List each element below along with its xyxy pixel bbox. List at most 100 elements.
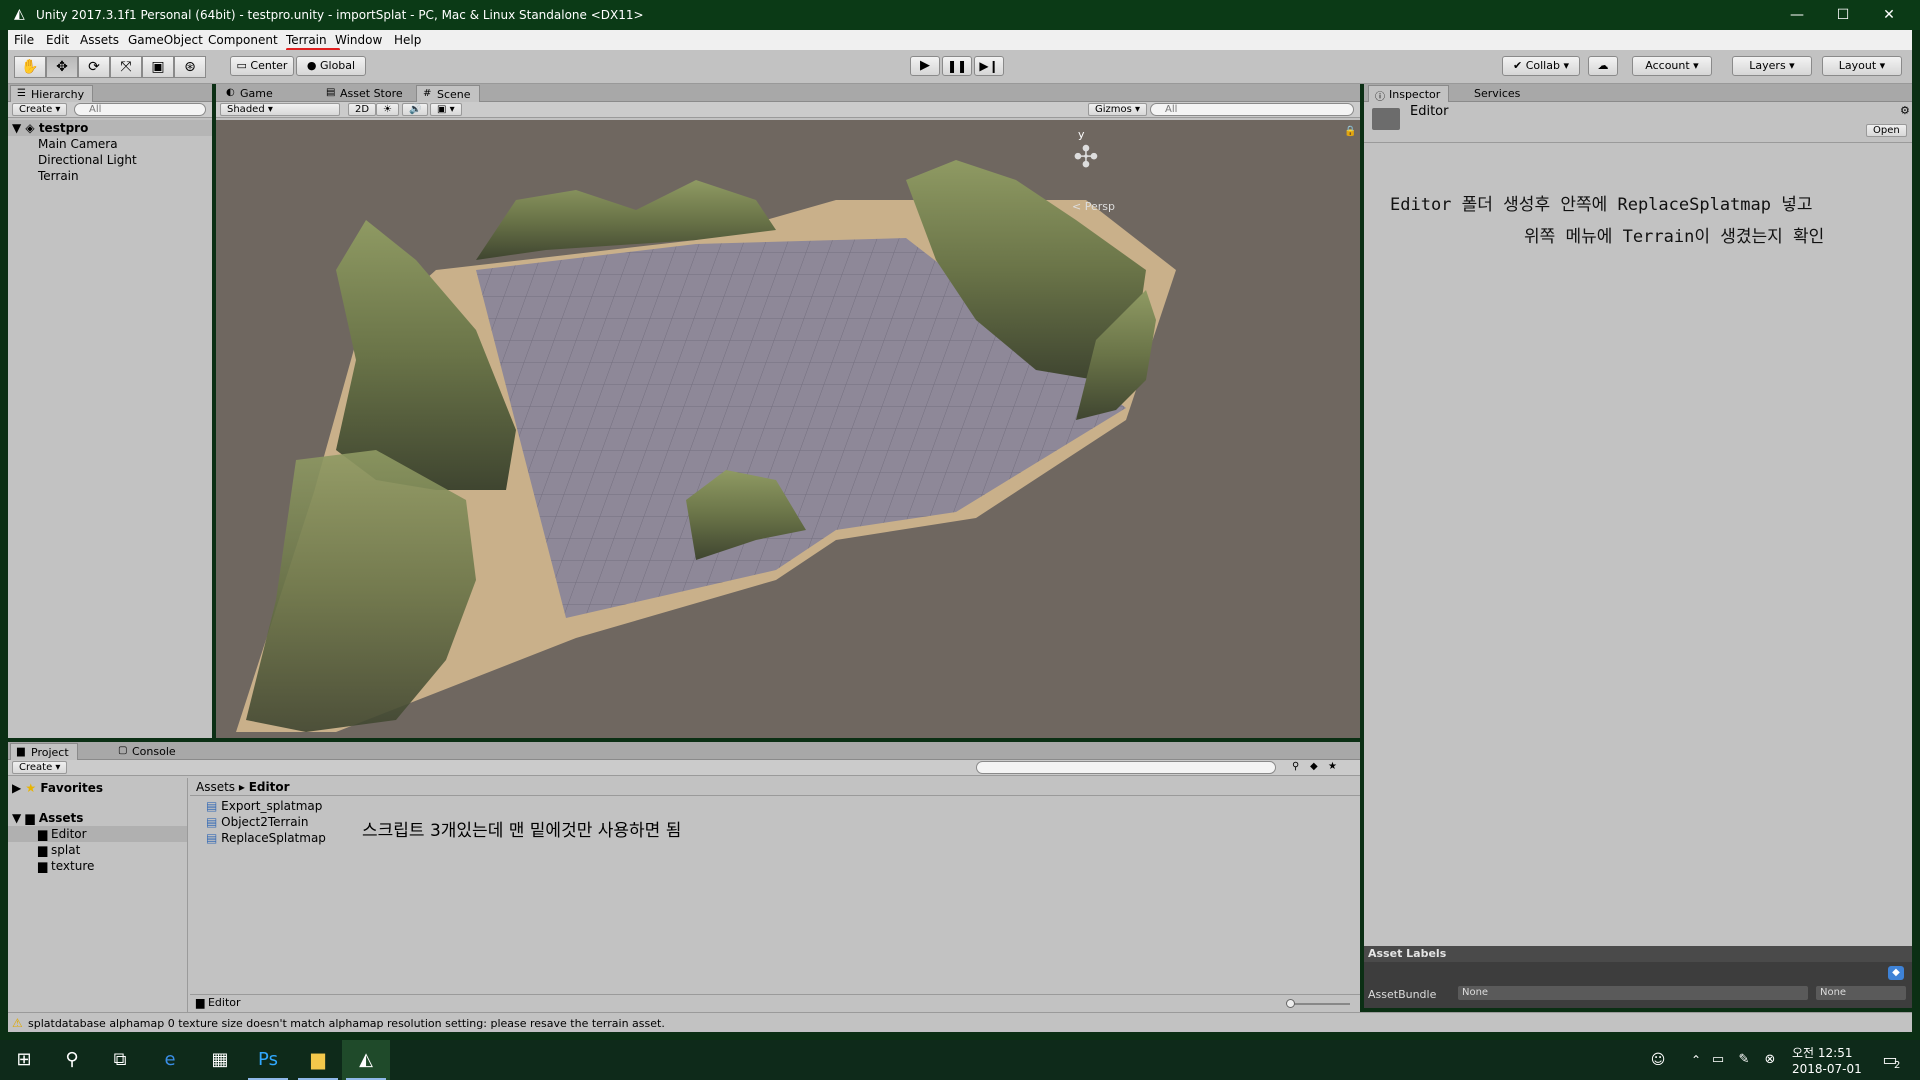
move-tool-icon[interactable]: ✥ bbox=[46, 56, 78, 78]
minimize-button[interactable]: — bbox=[1774, 0, 1820, 30]
volume-muted-icon[interactable]: ⊗ bbox=[1746, 1040, 1794, 1080]
project-folder-icon: ▆ bbox=[17, 746, 25, 757]
filter-by-label-icon[interactable]: ◆ bbox=[1310, 761, 1318, 772]
hierarchy-create-button[interactable]: Create ▾ bbox=[12, 103, 68, 116]
scale-tool-icon[interactable]: ⤧ bbox=[110, 56, 142, 78]
settings-gear-icon[interactable]: ⚙ bbox=[1900, 104, 1910, 117]
hand-tool-icon[interactable]: ✋ bbox=[14, 56, 46, 78]
project-folder-tree: ▶ ★ Favorites ▼ ▆ Assets ▆ Editor ▆ spla… bbox=[8, 778, 188, 1012]
menu-file[interactable]: File bbox=[14, 33, 34, 47]
collapse-arrow-icon: ▶ bbox=[12, 781, 26, 795]
image-viewer-icon[interactable]: ▦ bbox=[196, 1040, 244, 1080]
folder-texture[interactable]: ▆ texture bbox=[8, 858, 187, 874]
breadcrumb-editor[interactable]: Editor bbox=[249, 780, 290, 794]
scene-gizmo[interactable] bbox=[1264, 132, 1265, 133]
menu-gameobject[interactable]: GameObject bbox=[128, 33, 203, 47]
transform-tool-icon[interactable]: ⊛ bbox=[174, 56, 206, 78]
scene-lock-icon[interactable]: 🔒 bbox=[1344, 126, 1356, 137]
tab-hierarchy[interactable]: ☰ Hierarchy bbox=[10, 85, 94, 102]
persp-label[interactable]: < Persp bbox=[1072, 200, 1115, 213]
assets-row[interactable]: ▼ ▆ Assets bbox=[8, 810, 187, 826]
menu-edit[interactable]: Edit bbox=[46, 33, 69, 47]
filter-by-type-icon[interactable]: ⚲ bbox=[1292, 761, 1299, 772]
menu-terrain[interactable]: Terrain bbox=[286, 33, 327, 47]
maximize-button[interactable]: ☐ bbox=[1820, 0, 1866, 30]
terrain-render bbox=[236, 160, 1176, 732]
lighting-toggle-icon[interactable]: ☀ bbox=[376, 103, 399, 116]
asset-bundle-label: AssetBundle bbox=[1368, 988, 1437, 1001]
hierarchy-item-directional-light[interactable]: Directional Light bbox=[8, 152, 212, 168]
favorite-star-icon[interactable]: ★ bbox=[1328, 761, 1337, 772]
account-dropdown[interactable]: Account ▾ bbox=[1632, 56, 1712, 76]
scene-search-input[interactable]: All bbox=[1150, 103, 1354, 116]
task-view-icon[interactable]: ⧉ bbox=[96, 1040, 144, 1080]
orientation-gizmo-icon[interactable]: ✣ bbox=[1066, 138, 1106, 178]
icon-size-slider-thumb[interactable] bbox=[1286, 999, 1295, 1008]
folder-icon: ▆ bbox=[38, 843, 52, 857]
audio-toggle-icon[interactable]: 🔊 bbox=[402, 103, 429, 116]
file-replacesplatmap[interactable]: ▤ ReplaceSplatmap bbox=[206, 830, 366, 846]
effects-dropdown-icon[interactable]: ▣ ▾ bbox=[430, 103, 462, 116]
open-button[interactable]: Open bbox=[1866, 124, 1907, 137]
status-message[interactable]: splatdatabase alphamap 0 texture size do… bbox=[28, 1017, 665, 1030]
search-icon[interactable]: ⚲ bbox=[48, 1040, 96, 1080]
cloud-button[interactable]: ☁ bbox=[1588, 56, 1618, 76]
scene-viewport[interactable]: y ✣ < Persp 🔒 bbox=[216, 120, 1360, 738]
global-space-button[interactable]: ● Global bbox=[296, 56, 366, 76]
tab-project[interactable]: ▆ Project bbox=[10, 743, 78, 760]
favorites-row[interactable]: ▶ ★ Favorites bbox=[8, 780, 187, 796]
step-button[interactable]: ▶❙ bbox=[974, 56, 1004, 76]
menu-help[interactable]: Help bbox=[394, 33, 421, 47]
photoshop-icon[interactable]: Ps bbox=[244, 1040, 292, 1080]
tab-inspector[interactable]: ⓘ Inspector bbox=[1368, 85, 1450, 103]
tab-asset-store[interactable]: ▤ Asset Store bbox=[320, 85, 411, 102]
edge-browser-icon[interactable]: e bbox=[146, 1040, 194, 1080]
hierarchy-item-terrain[interactable]: Terrain bbox=[8, 168, 212, 184]
file-object2terrain[interactable]: ▤ Object2Terrain bbox=[206, 814, 366, 830]
menu-assets[interactable]: Assets bbox=[80, 33, 119, 47]
project-search-input[interactable] bbox=[976, 761, 1276, 774]
hierarchy-search-input[interactable]: All bbox=[74, 103, 206, 116]
tab-services[interactable]: Services bbox=[1454, 85, 1528, 102]
file-explorer-icon[interactable]: ▆ bbox=[294, 1040, 342, 1080]
breadcrumb-separator-icon: ▸ bbox=[238, 780, 249, 794]
file-export-splatmap[interactable]: ▤ Export_splatmap bbox=[206, 798, 366, 814]
clock-time[interactable]: 오전 12:51 bbox=[1792, 1044, 1852, 1061]
pause-button[interactable]: ❚❚ bbox=[942, 56, 972, 76]
hierarchy-item-main-camera[interactable]: Main Camera bbox=[8, 136, 212, 152]
transform-tools: ✋ ✥ ⟳ ⤧ ▣ ⊛ bbox=[14, 56, 206, 78]
unity-taskbar-icon[interactable]: ◭ bbox=[342, 1040, 390, 1080]
taskbar: ⊞ ⚲ ⧉ e ▦ Ps ▆ ◭ ☺ ⌃ ▭ ✎ ⊗ 오전 12:51 2018… bbox=[0, 1040, 1920, 1080]
tab-console[interactable]: ▢ Console bbox=[112, 743, 184, 760]
tab-game[interactable]: ◐ Game bbox=[220, 85, 281, 102]
asset-bundle-variant-dropdown[interactable]: None bbox=[1816, 986, 1906, 1000]
menu-window[interactable]: Window bbox=[335, 33, 382, 47]
scene-root-row[interactable]: ▼ ◈ testpro bbox=[8, 120, 212, 136]
folder-editor[interactable]: ▆ Editor bbox=[8, 826, 187, 842]
clock-date[interactable]: 2018-07-01 bbox=[1792, 1062, 1862, 1076]
menu-component[interactable]: Component bbox=[208, 33, 278, 47]
icon-size-slider[interactable] bbox=[1290, 1003, 1350, 1005]
layout-dropdown[interactable]: Layout ▾ bbox=[1822, 56, 1902, 76]
play-button[interactable]: ▶ bbox=[910, 56, 940, 76]
rect-tool-icon[interactable]: ▣ bbox=[142, 56, 174, 78]
asset-bundle-dropdown[interactable]: None bbox=[1458, 986, 1808, 1000]
close-button[interactable]: ✕ bbox=[1866, 0, 1912, 30]
folder-splat[interactable]: ▆ splat bbox=[8, 842, 187, 858]
layers-dropdown[interactable]: Layers ▾ bbox=[1732, 56, 1812, 76]
pivot-center-button[interactable]: ▭ Center bbox=[230, 56, 294, 76]
warning-icon: ⚠ bbox=[12, 1016, 23, 1030]
rotate-tool-icon[interactable]: ⟳ bbox=[78, 56, 110, 78]
tab-scene[interactable]: # Scene bbox=[416, 85, 480, 102]
windows-start-icon[interactable]: ⊞ bbox=[0, 1040, 48, 1080]
project-create-button[interactable]: Create ▾ bbox=[12, 761, 68, 774]
shading-mode-dropdown[interactable]: Shaded ▾ bbox=[220, 103, 340, 116]
notification-center-icon[interactable]: ▭ bbox=[1866, 1040, 1914, 1080]
tag-icon[interactable]: ◆ bbox=[1888, 966, 1904, 980]
expand-arrow-icon: ▼ bbox=[12, 811, 26, 825]
scene-tabbar: ◐ Game ▤ Asset Store # Scene bbox=[216, 84, 1360, 102]
gizmos-dropdown[interactable]: Gizmos ▾ bbox=[1088, 103, 1148, 116]
mode-2d-toggle[interactable]: 2D bbox=[348, 103, 377, 116]
breadcrumb-assets[interactable]: Assets bbox=[196, 780, 235, 794]
collab-dropdown[interactable]: ✔ Collab ▾ bbox=[1502, 56, 1580, 76]
